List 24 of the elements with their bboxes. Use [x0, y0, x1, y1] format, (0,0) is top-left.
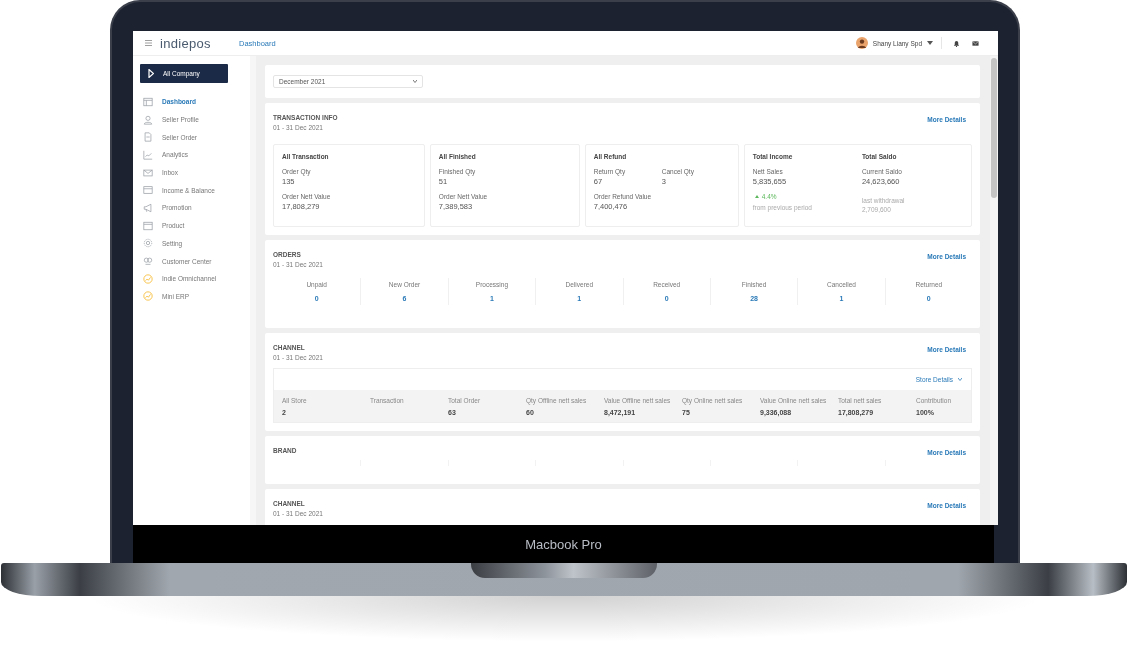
window-icon: [143, 220, 153, 231]
caret-icon[interactable]: [927, 41, 933, 45]
person-icon: [143, 114, 153, 125]
people-icon: [143, 256, 153, 267]
chevron-icon: [413, 80, 417, 83]
megaphone-icon: [143, 202, 153, 213]
document-icon: [143, 132, 153, 143]
bell-icon[interactable]: [953, 39, 960, 47]
line-chart-icon: [143, 149, 153, 160]
logo[interactable]: indiepos: [160, 35, 239, 51]
settings-icon: [143, 238, 153, 249]
scrollbar-thumb[interactable]: [991, 58, 997, 198]
layout-icon: [143, 96, 153, 107]
device-label: Macbook Pro: [525, 536, 602, 552]
gauge-icon: [143, 273, 153, 284]
mail-icon: [143, 167, 153, 178]
menu-icon[interactable]: [145, 40, 152, 46]
gauge-icon: [143, 291, 153, 302]
play-icon: [148, 69, 154, 78]
card-icon: [143, 185, 153, 196]
chevron-icon: [958, 378, 962, 381]
up-arrow-icon: [754, 195, 759, 198]
mail-icon[interactable]: [972, 39, 979, 47]
avatar[interactable]: [855, 37, 868, 49]
